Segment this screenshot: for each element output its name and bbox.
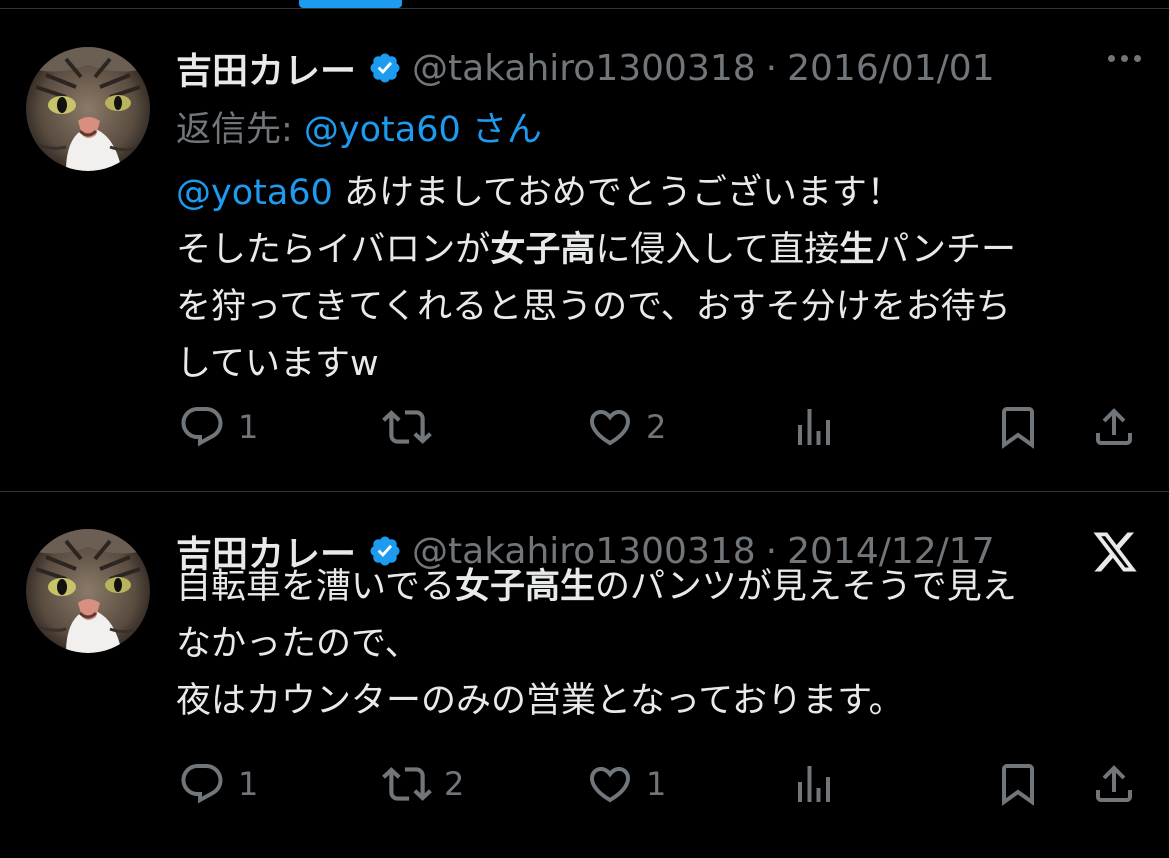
repost-count: 2 — [444, 765, 465, 803]
highlight-text: 生 — [839, 230, 875, 270]
share-icon — [1096, 408, 1132, 445]
avatar[interactable] — [26, 529, 150, 653]
share-icon — [1096, 765, 1132, 802]
text-segment: そしたらイバロンが — [176, 230, 491, 270]
bookmark-icon — [1002, 764, 1034, 806]
repost-icon — [382, 410, 432, 444]
reply-count: 1 — [238, 765, 259, 803]
reply-to-link[interactable]: @yota60 さん — [304, 110, 542, 150]
tweet-text: @yota60 あけましておめでとうございます！ そしたらイバロンが女子高に侵入… — [176, 165, 1016, 393]
views-button[interactable] — [790, 397, 850, 457]
x-logo-icon — [1091, 528, 1139, 580]
repost-button[interactable] — [382, 397, 444, 457]
action-bar: 1 2 1 — [0, 754, 1169, 814]
like-button[interactable]: 1 — [586, 754, 666, 814]
reply-icon — [181, 407, 223, 447]
like-count: 2 — [646, 408, 667, 446]
views-button[interactable] — [790, 754, 850, 814]
text-segment: あけましておめでとうございます！ — [332, 173, 902, 213]
text-segment: に侵入して直接 — [595, 230, 840, 270]
avatar[interactable] — [26, 47, 150, 171]
highlight-text: 女子高 — [490, 230, 596, 270]
bookmark-button[interactable] — [994, 754, 1042, 814]
more-icon[interactable] — [1108, 55, 1141, 62]
text-segment: パンチー — [874, 230, 1017, 270]
reply-button[interactable]: 1 — [178, 754, 258, 814]
tweet[interactable]: 吉田カレー @takahiro1300318 · 2016/01/01 返信先:… — [0, 9, 1169, 492]
tweet-header: 吉田カレー @takahiro1300318 · 2016/01/01 — [176, 43, 995, 93]
text-line: 夜はカウンターのみの営業となっております。 — [176, 681, 904, 721]
text-segment: 自転車を漕いでる — [176, 567, 455, 607]
reply-icon — [181, 764, 223, 804]
mention-link[interactable]: @yota60 — [176, 173, 333, 213]
reply-prefix: 返信先: — [176, 110, 304, 150]
tweet-date[interactable]: 2016/01/01 — [787, 48, 995, 89]
reply-count: 1 — [238, 408, 259, 446]
text-segment: のパンツが見えそうで見え — [594, 567, 1017, 607]
heart-icon — [589, 767, 631, 803]
active-tab-indicator — [299, 0, 402, 8]
share-button[interactable] — [1090, 397, 1138, 457]
author-handle[interactable]: @takahiro1300318 — [412, 48, 756, 89]
analytics-icon — [798, 766, 830, 802]
tweet-text: 自転車を漕いでる女子高生のパンツが見えそうで見え なかったので、 夜はカウンター… — [176, 559, 1017, 730]
bookmark-button[interactable] — [994, 397, 1042, 457]
text-line: なかったので、 — [176, 624, 420, 664]
repost-icon — [382, 767, 432, 801]
tweet[interactable]: 吉田カレー @takahiro1300318 · 2014/12/17 自転車を… — [0, 492, 1169, 858]
share-button[interactable] — [1090, 754, 1138, 814]
heart-icon — [589, 410, 631, 446]
separator-dot: · — [765, 47, 778, 89]
like-count: 1 — [646, 765, 667, 803]
analytics-icon — [798, 409, 830, 445]
author-name[interactable]: 吉田カレー — [176, 42, 356, 94]
like-button[interactable]: 2 — [586, 397, 666, 457]
text-line: していますw — [176, 344, 379, 384]
action-bar: 1 2 — [0, 397, 1169, 457]
reply-context: 返信先: @yota60 さん — [176, 101, 542, 152]
repost-button[interactable]: 2 — [382, 754, 464, 814]
text-line: を狩ってきてくれると思うので、おすそ分けをお待ち — [176, 287, 1011, 327]
bookmark-icon — [1002, 407, 1034, 449]
highlight-text: 女子高生 — [454, 567, 595, 607]
reply-button[interactable]: 1 — [178, 397, 258, 457]
verified-badge-icon — [368, 51, 402, 85]
